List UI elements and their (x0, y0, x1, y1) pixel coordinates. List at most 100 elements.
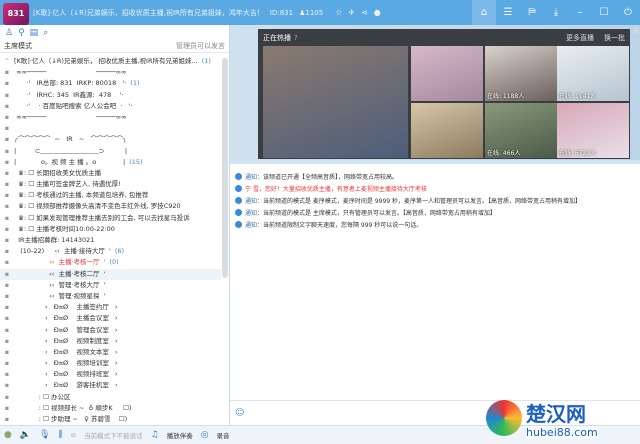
plane-icon[interactable]: ✈ (348, 8, 355, 17)
bullet-icon: ▪ (4, 135, 10, 144)
channel-tree-item[interactable]: ▪ ♛: ☐ 视频部推荐摄像头高清不变色丰红外线, 罗技C920 (0, 201, 221, 212)
channel-tree-item[interactable]: ▪ | ⊂﹏﹏﹏﹏﹏﹏﹏﹏﹏⊃ | (0, 146, 221, 157)
emoji-icon[interactable]: ☺ (235, 408, 244, 418)
note-icon[interactable]: ▤ (30, 28, 39, 38)
user-icon[interactable]: ♙ (5, 28, 13, 38)
item-count: (1) (201, 57, 211, 65)
more-live-link[interactable]: 更多直播 (566, 33, 594, 43)
channel-tree-item[interactable]: ▪ ·' IR总部: 831 IRKP: 80018 '· (1) (0, 78, 221, 89)
bullet-icon: ▪ (4, 359, 10, 368)
channel-tree-item[interactable]: ⌃ [K歌]·亿人（↓R)兄弟娱乐， 招收优质主播,祝IR所有兄弟姐妹... (1) (0, 56, 221, 67)
scrollbar[interactable] (222, 58, 228, 278)
play-music-button[interactable]: 播放伴奏 (167, 430, 193, 440)
live-thumbnail[interactable]: 在线: 6723人 (557, 103, 629, 158)
channel-tree-item[interactable]: ▪ ╭⌒⌒⌒⌒⌒ ~ IR ~ ⌒⌒⌒⌒⌒╮ (0, 134, 221, 145)
channel-tree-item[interactable]: ▪ (10-22) ‹‹ 主播·接待大厅 ' (6) (0, 246, 221, 257)
channel-tree-item[interactable]: ▪ ♛: ☐ 考核通过的主播, 本频道包培养, 包推荐 (0, 190, 221, 201)
bullet-icon: ▪ (4, 280, 10, 289)
channel-tree-item[interactable]: ▪ ‹ Ð¤Ø 视频文本室 › (0, 347, 221, 358)
item-label: ‹‹ 主播·考核二厅 ' (14, 269, 106, 278)
channel-tree-item[interactable]: ▪ : ☐ 视频部长 ~ ♁ 順步K ☐) (0, 403, 221, 414)
gift-icon[interactable]: ⛿ (520, 0, 544, 25)
channel-tree-item[interactable]: ▪ ‹‹ 管理·考核大厅 ' (0, 280, 221, 291)
channel-tree-item[interactable]: ▪ ♛: ☐ 长期招收美女优质主播 (0, 168, 221, 179)
message-sender: 通知： (245, 210, 264, 217)
channel-tree-item[interactable]: ▪ ‹‹ 主播·考核一厅 ' (0) (0, 257, 221, 268)
live-thumbnail[interactable]: 在线: 466人 (485, 103, 557, 158)
item-label: ♛: ☐ 长期招收美女优质主播 (14, 168, 102, 177)
channel-logo: 831 (3, 2, 29, 25)
bullet-icon: ▪ (4, 90, 10, 99)
share-icon[interactable]: ⋖ (361, 8, 368, 17)
download-icon[interactable]: ⤓ (544, 0, 568, 25)
item-label: (10-22) ‹‹ 主播·接待大厅 ' (14, 247, 111, 256)
music-icon[interactable]: ♫ (151, 430, 159, 440)
speaker-icon[interactable]: 🔈 (20, 430, 31, 440)
live-thumbnail[interactable] (411, 103, 483, 158)
item-count: (0) (109, 258, 119, 267)
channel-tree-item[interactable]: ▪ ‹ Ð¤Ø 视频培训室 › (0, 358, 221, 369)
bullet-icon: ▪ (4, 403, 10, 412)
item-label: ‹ Ð¤Ø 游客挂机室 › (14, 381, 118, 390)
equalizer-icon[interactable]: ⫼ (59, 430, 63, 440)
channel-tree-item[interactable]: ▪ ‹ Ð¤Ø 视频排班室 › (0, 369, 221, 380)
channel-tree-item[interactable]: ▪ | o。视 频 主 播 。o | (15) (0, 157, 221, 168)
channel-tree-item[interactable]: ▪ ∞∞───── ─────∞∞ (0, 67, 221, 78)
channel-tree-item[interactable]: ▪ : ☐ 办公区 (0, 392, 221, 403)
channel-tree-item[interactable]: ▪ ♛: ☐ 如果发现管理推荐主播去别的工会, 可以去找星马投诉 (0, 213, 221, 224)
close-icon[interactable]: ✕ (632, 26, 640, 37)
channel-tree-item[interactable]: ▪ (0, 123, 221, 134)
power-icon[interactable]: ⏻ (616, 0, 640, 25)
chat-message: 通知： 该频道已开通【全频高音质】，网络带宽占用较高。 (235, 172, 640, 181)
bullet-icon: ▪ (4, 370, 10, 379)
bullet-icon: ▪ (4, 415, 10, 423)
search-icon[interactable]: ⌕ (43, 28, 48, 38)
live-thumbnail[interactable] (263, 46, 408, 158)
mode-label: 主席模式 (4, 42, 32, 50)
channel-tree-item[interactable]: ▪ ·' IRHC: 345 IR鑫源: 478 '· (0, 90, 221, 101)
channel-tree-item[interactable]: ▪ ♛: ☐ 主播考核时间10:00-22:00 (0, 224, 221, 235)
location-icon[interactable]: ● (374, 8, 381, 17)
live-thumbnail[interactable]: 在线: 1188人 (485, 46, 557, 101)
bullet-icon: ▪ (4, 247, 10, 256)
item-label: ‹ Ð¤Ø 视频排班室 › (14, 370, 118, 379)
title-bar: 831 [K歌]·亿人（↓R)兄弟娱乐，招收优质主播,祝IR所有兄弟姐妹，鸿年大… (0, 0, 640, 25)
location-pin-icon[interactable]: ⚲ (18, 28, 25, 38)
list-icon[interactable]: ☰ (496, 0, 520, 25)
avatar-icon[interactable]: ● (4, 430, 12, 440)
chat-message: 通知： 当前频道的模式是 麦序模式，麦序时间是 9999 秒，麦序第一人和管理员可… (235, 196, 640, 205)
channel-tree-item[interactable]: ▪ IR主播招募群: 14143021 (0, 235, 221, 246)
channel-tree-item[interactable]: ▪ : ☐ 步助理 ~ ♀ 苏碧雪 ☐) (0, 414, 221, 425)
channel-tree-item[interactable]: ▪ ∞∞───── ─────∞∞ (0, 112, 221, 123)
refresh-link[interactable]: 换一批 (604, 33, 625, 43)
live-thumbnail[interactable] (411, 46, 483, 101)
bullet-icon: ▪ (4, 68, 10, 77)
channel-tree-item[interactable]: ▪ ·' · 百度贴吧搜索 亿人公会吧 · '· (0, 101, 221, 112)
live-thumbnail[interactable]: 在线: 1141人 (557, 46, 629, 101)
record-icon[interactable]: ◎ (201, 430, 209, 440)
channel-tree-item[interactable]: ▪ ‹ Ð¤Ø 主播会议室 › (0, 313, 221, 324)
help-icon[interactable]: ? (294, 34, 298, 42)
home-icon[interactable]: ⌂ (472, 0, 496, 25)
channel-tree-item[interactable]: ▪ ‹ Ð¤Ø 主播签约厅 › (0, 302, 221, 313)
message-text: 您好！大量招收优质主播，有意者上麦视频主播接待大厅考核 (264, 186, 427, 193)
channel-tree-item[interactable]: ▪ ♛: ☐ 主播可签金牌艺人, 待遇优厚! (0, 179, 221, 190)
minimize-icon[interactable]: – (568, 0, 592, 25)
star-icon[interactable]: ☆ (335, 8, 342, 17)
mic-icon[interactable]: 🎙 (39, 430, 50, 440)
item-label: ‹ Ð¤Ø 视频文本室 › (14, 347, 118, 356)
record-button[interactable]: 录音 (217, 430, 230, 440)
message-text: 当前频道限制文字聊天速度，您每隔 999 秒可以说一句话。 (263, 222, 423, 229)
maximize-icon[interactable]: ☐ (592, 0, 616, 25)
bullet-icon: ▪ (4, 258, 10, 267)
talk-disabled-label: 当前模式下不能说话 (84, 432, 143, 440)
channel-tree-item[interactable]: ▪ ‹‹ 管理·视频星探 ' (0, 291, 221, 302)
info-icon (235, 173, 242, 180)
item-label: [K歌]·亿人（↓R)兄弟娱乐， 招收优质主播,祝IR所有兄弟姐妹... (14, 57, 198, 65)
message-text: 当前频道的模式是 麦序模式，麦序时间是 9999 秒，麦序第一人和管理员可以发言… (263, 198, 582, 205)
channel-tree-item[interactable]: ▪ ‹ Ð¤Ø 视频制度室 › (0, 336, 221, 347)
channel-tree-item[interactable]: ▪ ‹ Ð¤Ø 管理会议室 › (0, 325, 221, 336)
bullet-icon: ▪ (4, 180, 10, 189)
channel-tree-item[interactable]: ▪ ‹‹ 主播·考核二厅 ' (0, 268, 221, 280)
channel-tree-item[interactable]: ▪ ‹ Ð¤Ø 游客挂机室 › (0, 380, 221, 391)
